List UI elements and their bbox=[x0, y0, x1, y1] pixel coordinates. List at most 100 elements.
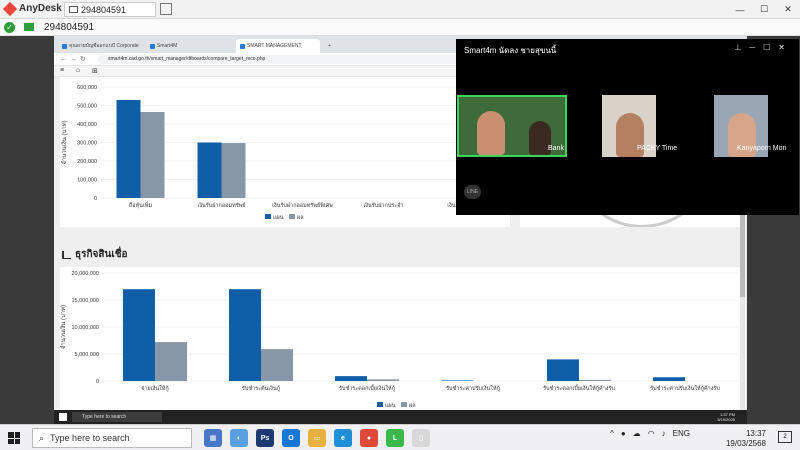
start-icon[interactable] bbox=[8, 432, 20, 444]
file-explorer-icon[interactable]: ▭ bbox=[308, 429, 326, 447]
menu-icon[interactable]: ≡ bbox=[60, 67, 64, 74]
participant-name: Bank bbox=[548, 145, 564, 152]
call-title: Smart4m นัดลง ชายสุขนนี้ bbox=[464, 46, 557, 55]
file-icon[interactable]: ▯ bbox=[412, 429, 430, 447]
notification-icon[interactable]: 2 bbox=[778, 431, 792, 443]
remote-taskbar: Type here to search 1:37 PM 3/19/2025 bbox=[54, 410, 747, 424]
anydesk-logo-icon bbox=[2, 1, 18, 16]
edge-icon[interactable]: e bbox=[334, 429, 352, 447]
x-tick-label: ถือหุ้นเพิ่ม bbox=[129, 201, 153, 209]
y-tick-label: 0 bbox=[94, 196, 97, 202]
browser-tab-1[interactable]: คุณยายบัญชีออกแบบี Corporate bbox=[58, 39, 142, 53]
legend-swatch-plan bbox=[265, 214, 271, 219]
window-controls: — ☐ ✕ bbox=[728, 0, 800, 19]
anydesk-logo: AnyDesk bbox=[2, 1, 62, 16]
bar-result bbox=[140, 111, 165, 198]
x-tick-label: เงินรับฝากออมทรัพย์พิเศษ bbox=[272, 202, 333, 209]
remote-desktop[interactable]: คุณยายบัญชีออกแบบี Corporate Smart4M SMA… bbox=[0, 36, 800, 424]
legend-label-plan: แผน bbox=[385, 403, 396, 409]
legend-swatch-plan bbox=[377, 402, 383, 407]
y-tick-label: 300,000 bbox=[77, 141, 97, 147]
close-icon[interactable]: ✕ bbox=[776, 0, 800, 19]
session-id: 294804591 bbox=[44, 22, 95, 33]
bar-plan bbox=[335, 376, 367, 381]
browser-tab-3[interactable]: SMART MANAGEMENT bbox=[236, 39, 320, 53]
remote-start-icon[interactable] bbox=[59, 413, 67, 421]
photoshop-icon[interactable]: Ps bbox=[256, 429, 274, 447]
x-tick-label: จ่ายเงินให้กู้ bbox=[141, 385, 169, 392]
y-tick-label: 600,000 bbox=[77, 85, 97, 91]
language-indicator[interactable]: ENG bbox=[673, 429, 690, 438]
bar-result bbox=[367, 379, 399, 381]
outlook-icon[interactable]: O bbox=[282, 429, 300, 447]
wifi-icon[interactable]: ◠ bbox=[648, 429, 655, 438]
monitor-icon bbox=[69, 6, 78, 13]
mic-icon[interactable]: ● bbox=[621, 429, 626, 438]
home-icon[interactable]: ⌂ bbox=[76, 67, 80, 74]
bar-result bbox=[261, 349, 293, 381]
new-session-icon[interactable] bbox=[160, 3, 172, 15]
search-icon: ⌕ bbox=[39, 432, 45, 443]
host-taskbar: ⌕ Type here to search ▦ ◐ Ps O ▭ e ● L ▯… bbox=[0, 424, 800, 450]
call-window-controls[interactable]: ⊥─☐✕ bbox=[734, 43, 793, 52]
y-axis-label: จำนวนเงิน (บาท) bbox=[61, 120, 68, 164]
favicon-icon bbox=[150, 43, 155, 49]
remote-monitor-icon[interactable] bbox=[24, 23, 34, 31]
nav-buttons-icon[interactable]: ←→↻ bbox=[60, 55, 89, 63]
search-input[interactable]: ⌕ Type here to search bbox=[32, 428, 192, 448]
deposit-chart-card: 0 100,000 200,000 300,000 400,000 500,000 600,… bbox=[60, 77, 510, 227]
bar-plan bbox=[116, 99, 141, 198]
deposit-chart: 0 100,000 200,000 300,000 400,000 500,000 600,… bbox=[61, 85, 505, 221]
bar-plan bbox=[547, 359, 579, 381]
y-tick-label: 500,000 bbox=[77, 104, 97, 110]
connected-check-icon: ✓ bbox=[4, 22, 15, 33]
x-tick-label: รับชำระดอกเบี้ยเงินให้กู้ค้างรับ bbox=[543, 384, 615, 392]
system-tray: ^ ● ☁ ◠ ♪ ENG bbox=[610, 429, 690, 438]
x-tick-label: เงินรับฝากออมทรัพย์ bbox=[197, 202, 245, 209]
browser-tab-2[interactable]: Smart4M bbox=[146, 39, 230, 53]
y-tick-label: 5,000,000 bbox=[75, 352, 99, 358]
bar-plan bbox=[229, 289, 261, 381]
x-tick-label: เงินรับฝากประจำ bbox=[363, 202, 403, 209]
y-tick-label: 100,000 bbox=[77, 178, 97, 184]
person-avatar bbox=[477, 111, 505, 155]
y-axis-label: จำนวนเงิน (บาท) bbox=[60, 305, 67, 349]
y-tick-label: 200,000 bbox=[77, 159, 97, 165]
legend-swatch-result bbox=[401, 402, 407, 407]
chevron-up-icon[interactable]: ^ bbox=[610, 429, 614, 438]
anydesk-titlebar: AnyDesk 294804591 — ☐ ✕ bbox=[0, 0, 800, 19]
chrome-icon[interactable]: ● bbox=[360, 429, 378, 447]
section-title: ธุรกิจสินเชื่อ bbox=[62, 247, 128, 262]
anydesk-session-tab[interactable]: 294804591 bbox=[64, 2, 156, 17]
remote-search-input[interactable]: Type here to search bbox=[72, 412, 162, 422]
onedrive-icon[interactable]: ☁ bbox=[633, 429, 641, 438]
expand-icon[interactable]: ⊞ bbox=[92, 67, 98, 75]
maximize-icon[interactable]: ☐ bbox=[752, 0, 776, 19]
bar-result bbox=[221, 143, 246, 198]
bar-result bbox=[579, 379, 611, 381]
clock[interactable]: 13:37 19/03/2568 bbox=[726, 429, 766, 449]
legend-swatch-result bbox=[289, 214, 295, 219]
task-view-icon[interactable]: ▦ bbox=[204, 429, 222, 447]
copilot-icon[interactable]: ◐ bbox=[230, 429, 248, 447]
bar-plan bbox=[653, 377, 685, 381]
line-app-icon[interactable]: L bbox=[386, 429, 404, 447]
video-call-window[interactable]: Smart4m นัดลง ชายสุขนนี้ ⊥─☐✕ Bank PACKY… bbox=[456, 39, 799, 215]
favicon-icon bbox=[240, 43, 245, 49]
x-tick-label: รับชำระค่าปรับเงินให้กู้ bbox=[446, 385, 500, 392]
bar-plan bbox=[441, 380, 473, 381]
volume-icon[interactable]: ♪ bbox=[662, 429, 666, 438]
minimize-icon[interactable]: — bbox=[728, 0, 752, 19]
anydesk-session-bar: ✓ 294804591 bbox=[0, 19, 800, 36]
y-tick-label: 400,000 bbox=[77, 122, 97, 128]
participant-name: PACKY Time bbox=[637, 145, 678, 152]
favicon-icon bbox=[62, 43, 67, 49]
bar-plan bbox=[123, 289, 155, 381]
new-tab-icon[interactable]: + bbox=[324, 39, 336, 53]
loan-chart-card: 0 5,000,000 10,000,000 15,000,000 20,000,000… bbox=[60, 267, 740, 415]
pinned-apps: ▦ ◐ Ps O ▭ e ● L ▯ bbox=[204, 429, 430, 447]
y-tick-label: 10,000,000 bbox=[71, 325, 99, 331]
line-logo-icon: LINE bbox=[464, 185, 481, 199]
x-tick-label: รับชำระดอกเบี้ยเงินให้กู้ bbox=[339, 384, 395, 392]
legend-label-plan: แผน bbox=[273, 215, 284, 221]
